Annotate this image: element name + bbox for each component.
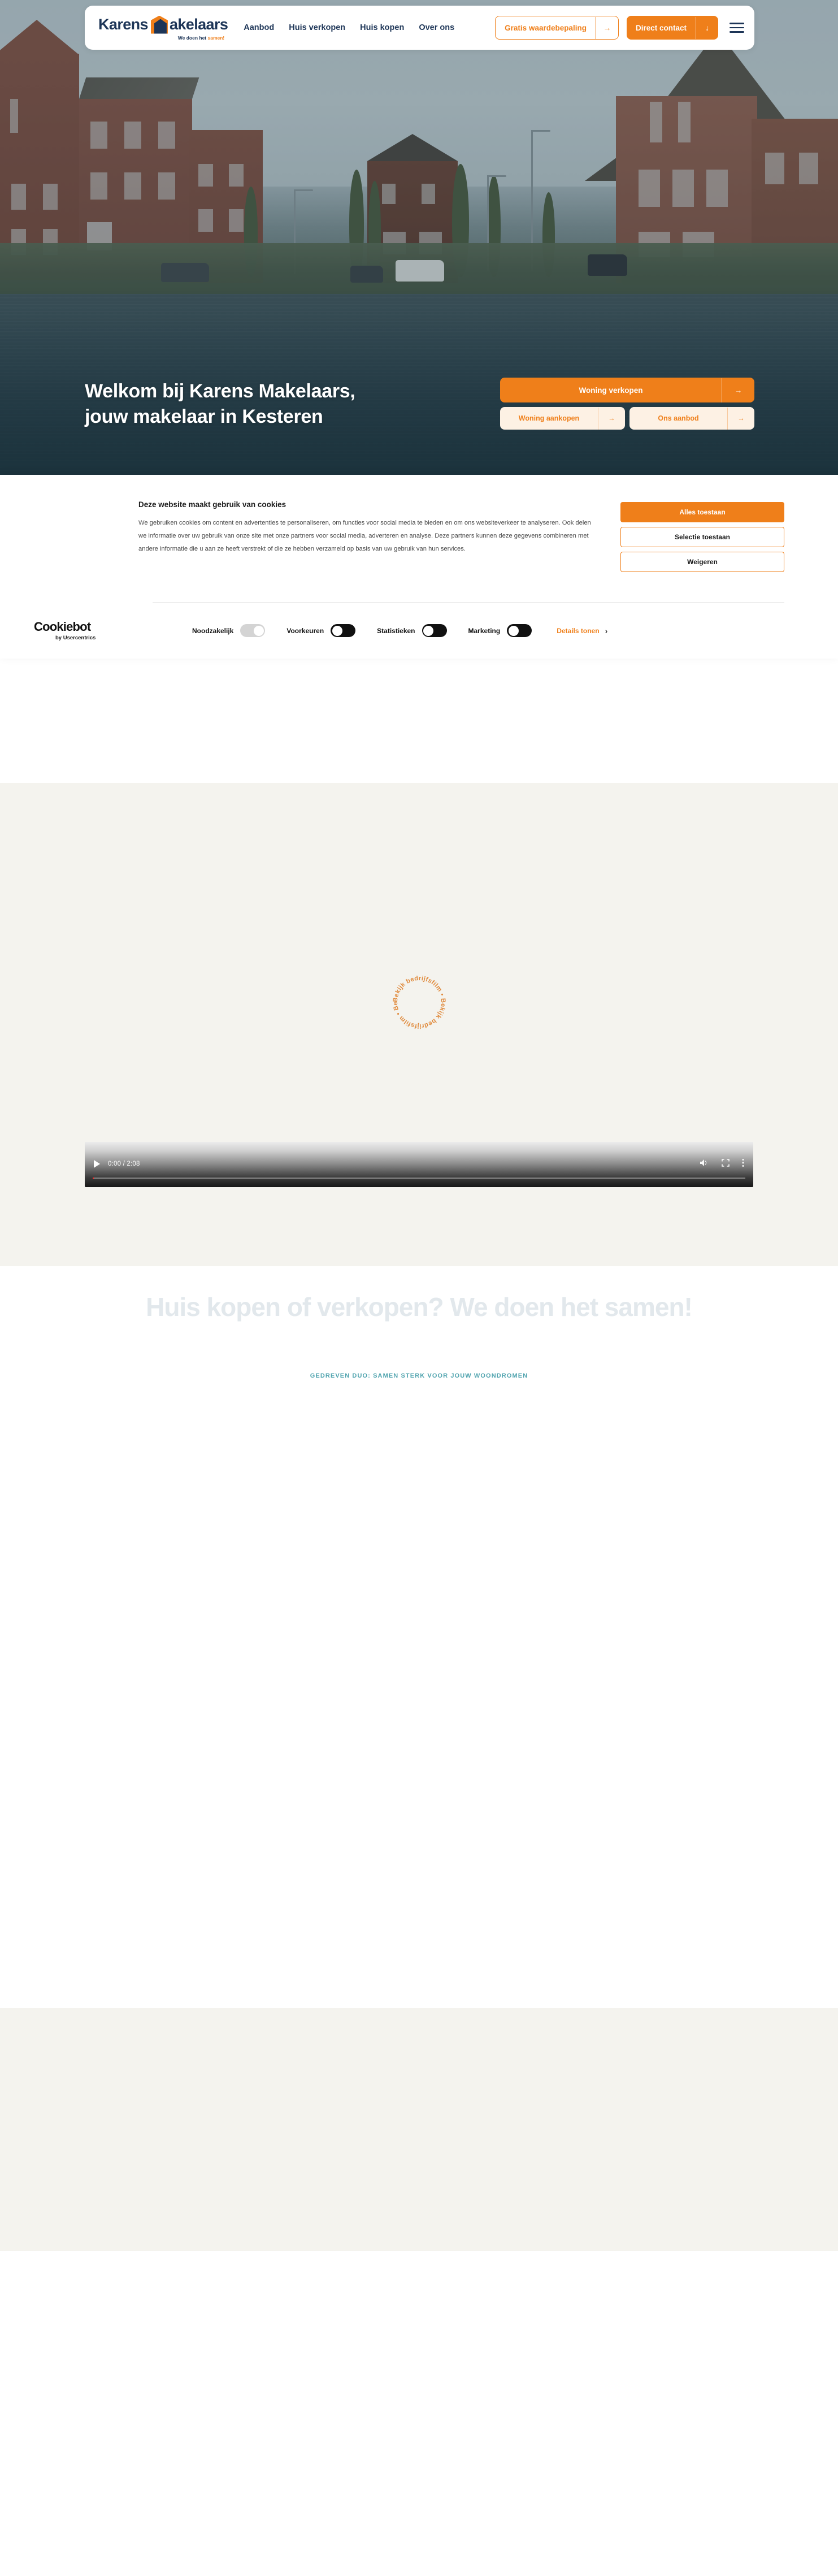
- hero-section: Karens akelaars We doen het samen! Aanbo…: [0, 0, 838, 475]
- toggle-switch-statistieken[interactable]: [422, 624, 447, 637]
- hero-cta-group: Woning verkopen → Woning aankopen → Ons …: [500, 378, 754, 430]
- ons-aanbod-label: Ons aanbod: [658, 414, 699, 422]
- logo-tagline-accent: samen!: [207, 34, 225, 41]
- details-tonen-label: Details tonen: [557, 626, 600, 635]
- intro-headline-section: Huis kopen of verkopen? We doen het same…: [0, 1266, 838, 1922]
- arrow-right-icon: →: [727, 407, 754, 430]
- fullscreen-icon[interactable]: [722, 1158, 730, 1170]
- weigeren-button[interactable]: Weigeren: [620, 552, 784, 572]
- woning-aankopen-button[interactable]: Woning aankopen →: [500, 407, 625, 430]
- direct-contact-button[interactable]: Direct contact ↓: [626, 16, 718, 40]
- nav-link-over-ons[interactable]: Over ons: [419, 23, 454, 32]
- toggle-group-marketing: Marketing: [468, 624, 532, 637]
- details-tonen-link[interactable]: Details tonen ›: [557, 626, 607, 635]
- video-control-bar: 0:00 / 2:08: [85, 1155, 753, 1172]
- logo-tagline: We doen het samen!: [178, 35, 225, 41]
- arrow-down-icon: ↓: [696, 16, 718, 39]
- cookiebot-subtitle: by Usercentrics: [55, 635, 96, 641]
- toggle-label-voorkeuren: Voorkeuren: [286, 626, 324, 635]
- selectie-toestaan-button[interactable]: Selectie toestaan: [620, 527, 784, 547]
- hamburger-menu-icon[interactable]: [730, 20, 744, 36]
- cookiebot-wordmark: Cookiebot: [34, 620, 91, 634]
- volume-icon[interactable]: [700, 1159, 709, 1170]
- video-stage: Bekijk bedrijfsfilm • Bekijk bedrijfsfil…: [85, 817, 753, 1187]
- cookie-consent-banner: Deze website maakt gebruik van cookies W…: [0, 475, 838, 659]
- arrow-right-icon: →: [595, 16, 618, 39]
- hero-content: Welkom bij Karens Makelaars, jouw makela…: [85, 378, 754, 430]
- woning-aankopen-label: Woning aankopen: [518, 414, 580, 422]
- badge-circular-text: Bekijk bedrijfsfilm • Bekijk bedrijfsfil…: [388, 971, 446, 1029]
- logo-tagline-pre: We doen het: [177, 34, 208, 41]
- alles-toestaan-button[interactable]: Alles toestaan: [620, 502, 784, 522]
- video-progress-fill: [93, 1177, 94, 1179]
- nav-link-huis-verkopen[interactable]: Huis verkopen: [289, 23, 345, 32]
- cookie-title: Deze website maakt gebruik van cookies: [138, 500, 286, 509]
- direct-contact-label: Direct contact: [635, 23, 687, 32]
- hero-title: Welkom bij Karens Makelaars, jouw makela…: [85, 379, 355, 430]
- video-time-display: 0:00 / 2:08: [108, 1161, 140, 1167]
- arrow-right-icon: →: [598, 407, 625, 430]
- page-heading: Huis kopen of verkopen? We doen het same…: [146, 1292, 693, 1322]
- logo-text-makelaars: akelaars: [169, 16, 228, 33]
- house-logo-icon: [150, 15, 169, 34]
- nav-link-aanbod[interactable]: Aanbod: [244, 23, 274, 32]
- logo-text-karens: Karens: [98, 16, 149, 33]
- hero-title-line-1: Welkom bij Karens Makelaars,: [85, 380, 355, 402]
- cookie-category-toggles: Noodzakelijk Voorkeuren Statistieken Mar…: [153, 602, 784, 659]
- toggle-label-marketing: Marketing: [468, 626, 501, 635]
- cookie-body-text: We gebruiken cookies om content en adver…: [138, 519, 591, 552]
- hero-title-line-2: jouw makelaar in Kesteren: [85, 406, 323, 428]
- toggle-switch-noodzakelijk[interactable]: [240, 624, 266, 637]
- gratis-waardebepaling-button[interactable]: Gratis waardebepaling →: [495, 16, 619, 40]
- company-video-section: Bekijk bedrijfsfilm • Bekijk bedrijfsfil…: [0, 783, 838, 1266]
- video-player[interactable]: 0:00 / 2:08: [85, 1142, 753, 1187]
- cookie-text-block: Deze website maakt gebruik van cookies W…: [138, 500, 598, 572]
- toggle-group-statistieken: Statistieken: [377, 624, 447, 637]
- play-icon[interactable]: [94, 1160, 100, 1168]
- arrow-right-icon: →: [722, 378, 754, 402]
- hero-cta-row: Woning aankopen → Ons aanbod →: [500, 407, 754, 430]
- toggle-switch-voorkeuren[interactable]: [331, 624, 356, 637]
- bekijk-bedrijfsfilm-badge[interactable]: Bekijk bedrijfsfilm • Bekijk bedrijfsfil…: [388, 971, 450, 1033]
- cookiebot-logo[interactable]: Cookiebot by Usercentrics: [34, 620, 141, 641]
- page-kicker: GEDREVEN DUO: SAMEN STERK VOOR JOUW WOON…: [310, 1373, 528, 1379]
- toggle-switch-marketing[interactable]: [507, 624, 532, 637]
- main-navigation-bar: Karens akelaars We doen het samen! Aanbo…: [85, 6, 754, 50]
- cookie-buttons: Alles toestaan Selectie toestaan Weigere…: [620, 500, 784, 572]
- cookie-footer: Cookiebot by Usercentrics Noodzakelijk V…: [0, 602, 838, 659]
- video-controls-right: [700, 1158, 744, 1170]
- lower-cream-band: [0, 2008, 838, 2251]
- video-progress-bar[interactable]: [93, 1177, 745, 1179]
- toggle-label-statistieken: Statistieken: [377, 626, 415, 635]
- nav-link-huis-kopen[interactable]: Huis kopen: [360, 23, 404, 32]
- woning-verkopen-label: Woning verkopen: [579, 386, 643, 395]
- video-controls-left: 0:00 / 2:08: [94, 1160, 140, 1168]
- nav-links: Aanbod Huis verkopen Huis kopen Over ons: [244, 23, 454, 32]
- site-logo[interactable]: Karens akelaars We doen het samen!: [98, 15, 228, 41]
- chevron-right-icon: ›: [605, 626, 608, 635]
- toggle-group-voorkeuren: Voorkeuren: [286, 624, 356, 637]
- woning-verkopen-button[interactable]: Woning verkopen →: [500, 378, 754, 402]
- toggle-label-noodzakelijk: Noodzakelijk: [192, 626, 234, 635]
- lower-white-band: [0, 2251, 838, 2576]
- gratis-waardebepaling-label: Gratis waardebepaling: [505, 23, 587, 32]
- cookie-main: Deze website maakt gebruik van cookies W…: [0, 475, 838, 572]
- toggle-group-noodzakelijk: Noodzakelijk: [192, 624, 266, 637]
- ons-aanbod-button[interactable]: Ons aanbod →: [629, 407, 754, 430]
- more-options-icon[interactable]: [742, 1158, 744, 1170]
